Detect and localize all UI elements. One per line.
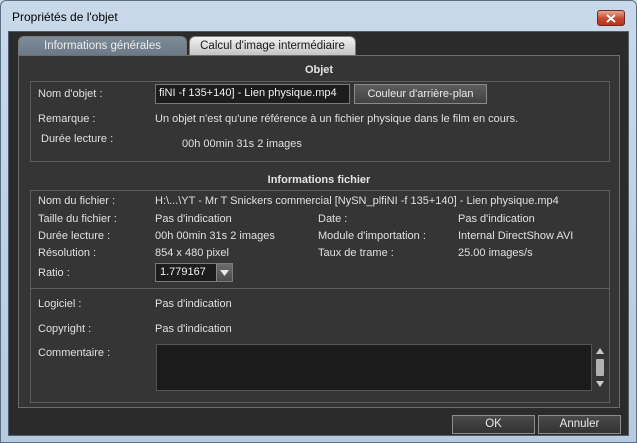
properties-dialog: Propriétés de l'objet Informations génér… [0, 0, 637, 443]
ratio-value: 1.779167 [160, 266, 206, 278]
file-duration-label: Durée lecture : [38, 230, 111, 242]
framerate-label: Taux de trame : [318, 247, 394, 259]
software-value: Pas d'indication [155, 298, 232, 310]
duration-label: Durée lecture : [41, 133, 114, 145]
close-button[interactable] [597, 10, 625, 26]
filename-label: Nom du fichier : [38, 195, 116, 207]
remark-value: Un objet n'est qu'une référence à un fic… [155, 113, 519, 125]
section-header-objet: Objet [304, 64, 334, 76]
resolution-value: 854 x 480 pixel [155, 247, 229, 259]
title-bar[interactable]: Propriétés de l'objet [1, 1, 636, 31]
object-name-input[interactable]: fiNI -f 135+140] - Lien physique.mp4 [155, 84, 350, 104]
resolution-label: Résolution : [38, 247, 97, 259]
tab-panel: Objet Nom d'objet : fiNI -f 135+140] - L… [18, 55, 620, 408]
comment-scrollbar[interactable] [593, 344, 607, 391]
background-color-button[interactable]: Couleur d'arrière-plan [354, 84, 487, 104]
comment-label: Commentaire : [38, 347, 111, 359]
cancel-button[interactable]: Annuler [538, 415, 621, 434]
software-label: Logiciel : [38, 298, 82, 310]
copyright-label: Copyright : [38, 323, 92, 335]
objet-group: Nom d'objet : fiNI -f 135+140] - Lien ph… [30, 81, 610, 162]
date-value: Pas d'indication [458, 213, 535, 225]
filesize-value: Pas d'indication [155, 213, 232, 225]
divider [31, 288, 609, 289]
ok-button[interactable]: OK [452, 415, 535, 434]
filesize-label: Taille du fichier : [38, 213, 117, 225]
ratio-select[interactable]: 1.779167 [155, 263, 233, 282]
comment-textarea[interactable] [156, 344, 592, 391]
chevron-down-icon[interactable] [216, 264, 232, 281]
close-icon [606, 13, 616, 23]
file-duration-value: 00h 00min 31s 2 images [155, 230, 275, 242]
import-module-value: Internal DirectShow AVI [458, 230, 574, 242]
section-header-fichier: Informations fichier [267, 174, 371, 186]
dialog-client-area: Informations générales Calcul d'image in… [8, 31, 629, 436]
tab-calcul-image[interactable]: Calcul d'image intermédiaire [189, 36, 356, 55]
window-title: Propriétés de l'objet [12, 10, 118, 24]
remark-label: Remarque : [38, 113, 96, 125]
ratio-label: Ratio : [38, 267, 70, 279]
object-name-label: Nom d'objet : [38, 88, 103, 100]
duration-value: 00h 00min 31s 2 images [182, 138, 302, 150]
date-label: Date : [318, 213, 348, 225]
copyright-value: Pas d'indication [155, 323, 232, 335]
framerate-value: 25.00 images/s [458, 247, 533, 259]
import-module-label: Module d'importation : [318, 230, 426, 242]
tab-informations-generales[interactable]: Informations générales [18, 36, 187, 56]
filename-value: H:\...\YT - Mr T Snickers commercial [Ny… [155, 195, 559, 207]
